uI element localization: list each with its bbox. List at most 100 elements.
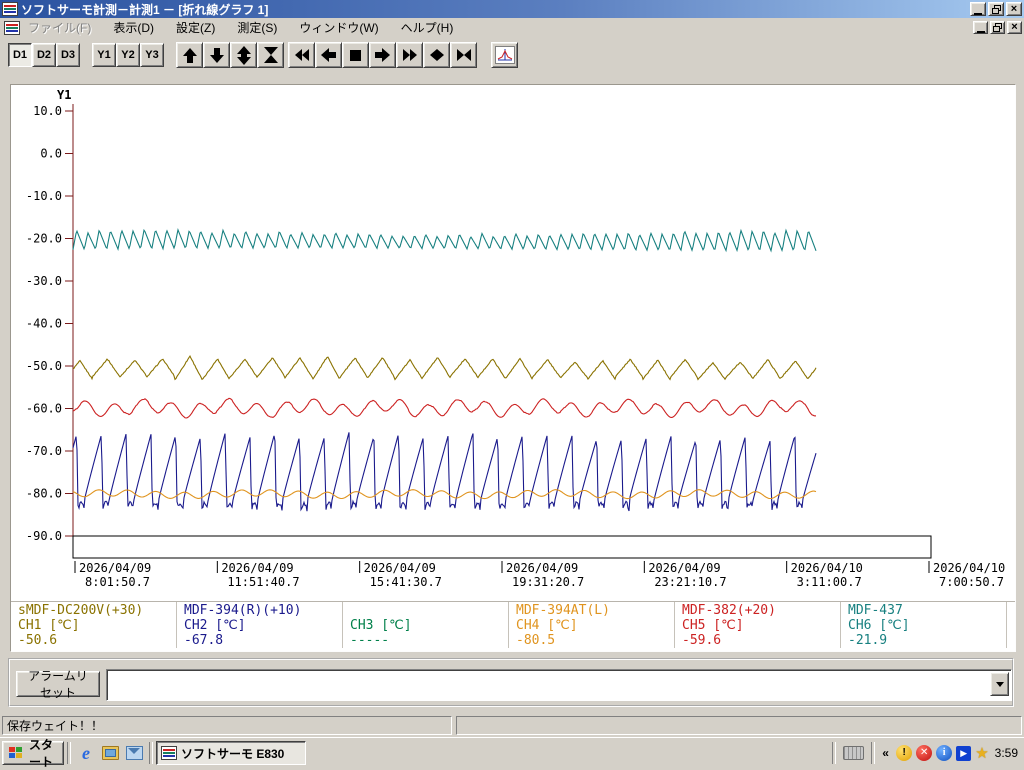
tray-separator (832, 742, 836, 764)
window-title: ソフトサーモ計測－計測1 － [折れ線グラフ 1] (21, 1, 268, 18)
yaxis-button-y1[interactable]: Y1 (92, 43, 116, 67)
svg-text:2026/04/09: 2026/04/09 (648, 561, 720, 575)
alarm-combobox[interactable] (106, 669, 1012, 701)
play-icon[interactable]: ▶ (956, 746, 971, 761)
svg-text:2026/04/09: 2026/04/09 (364, 561, 436, 575)
rewind-icon (295, 49, 309, 61)
yaxis-button-y3[interactable]: Y3 (140, 43, 164, 67)
display-button-d1[interactable]: D1 (8, 43, 32, 67)
graph-settings-icon (495, 46, 515, 64)
svg-text:2026/04/09: 2026/04/09 (79, 561, 151, 575)
svg-text:23:21:10.7: 23:21:10.7 (654, 575, 726, 589)
restore-button[interactable] (988, 2, 1004, 16)
channel-value: -59.6 (682, 633, 840, 648)
svg-text:-20.0: -20.0 (26, 232, 62, 246)
collapse-horizontal-button[interactable] (450, 42, 477, 68)
svg-text:7:00:50.7: 7:00:50.7 (939, 575, 1004, 589)
alarm-combo-dropdown-button[interactable] (990, 672, 1009, 696)
svg-text:8:01:50.7: 8:01:50.7 (85, 575, 150, 589)
taskbar-clock[interactable]: 3:59 (995, 746, 1018, 760)
svg-text:-10.0: -10.0 (26, 189, 62, 203)
svg-text:-90.0: -90.0 (26, 529, 62, 543)
menu-item-measure[interactable]: 測定(S) (237, 19, 277, 36)
scroll-up-button[interactable] (176, 42, 203, 68)
menu-item-window[interactable]: ウィンドウ(W) (299, 19, 378, 36)
fast-forward-icon (403, 49, 417, 61)
legend-cell-ch3: CH3 [℃]----- (343, 602, 509, 648)
mdi-child-icon[interactable] (4, 21, 20, 35)
chevron-icon[interactable]: « (882, 746, 892, 760)
rewind-button[interactable] (288, 42, 315, 68)
mdi-restore-button[interactable] (990, 21, 1005, 34)
legend-cell-ch2: MDF-394(R)(+10)CH2 [℃]-67.8 (177, 602, 343, 648)
mdi-minimize-button[interactable] (973, 21, 988, 34)
channel-name: MDF-394(R)(+10) (184, 603, 342, 618)
channel-value: -21.9 (848, 633, 1006, 648)
expand-horizontal-button[interactable] (423, 42, 450, 68)
show-desktop-icon[interactable] (100, 743, 120, 763)
minimize-button[interactable] (970, 2, 986, 16)
channel-value: -50.6 (18, 633, 176, 648)
keyboard-icon[interactable] (843, 746, 864, 760)
menu-item-view[interactable]: 表示(D) (113, 19, 154, 36)
collapse-vertical-button[interactable] (257, 42, 284, 68)
status-message-panel: 保存ウェイト！！ (2, 716, 452, 735)
line-graph-panel: Y110.00.0-10.0-20.0-30.0-40.0-50.0-60.0-… (10, 84, 1016, 652)
legend-cell-ch4: MDF-394AT(L)CH4 [℃]-80.5 (509, 602, 675, 648)
task-button-softthermo[interactable]: ソフトサーモ E830 (156, 741, 306, 765)
channel-value: -67.8 (184, 633, 342, 648)
svg-text:-80.0: -80.0 (26, 487, 62, 501)
status-bar: 保存ウェイト！！ (0, 712, 1024, 737)
channel-name: MDF-382(+20) (682, 603, 840, 618)
menu-item-file[interactable]: ファイル(F) (28, 19, 91, 36)
close-icon: × (1011, 4, 1017, 15)
stop-button[interactable] (342, 42, 369, 68)
alarm-reset-button[interactable]: アラームリセット (16, 671, 100, 697)
minimize-icon (977, 31, 985, 33)
channel-name (350, 603, 508, 618)
app-icon (161, 746, 177, 760)
menu-bar: ファイル(F) 表示(D) 設定(Z) 測定(S) ウィンドウ(W) ヘルプ(H) × (0, 18, 1024, 38)
taskbar: スタート e ソフトサーモ E830 « ! ✕ i ▶ ★ 3:59 (0, 737, 1024, 768)
step-left-button[interactable] (315, 42, 342, 68)
close-icon: × (1011, 22, 1017, 33)
info-balloon-icon[interactable]: i (936, 745, 952, 761)
yaxis-button-y2[interactable]: Y2 (116, 43, 140, 67)
scroll-down-button[interactable] (203, 42, 230, 68)
hourglass-icon (264, 47, 278, 63)
svg-text:2026/04/10: 2026/04/10 (933, 561, 1005, 575)
graph-settings-button[interactable] (491, 42, 518, 68)
channel-label: CH6 [℃] (848, 618, 1006, 633)
svg-text:11:51:40.7: 11:51:40.7 (227, 575, 299, 589)
start-button[interactable]: スタート (2, 741, 64, 765)
outlook-express-icon[interactable] (124, 743, 144, 763)
star-icon[interactable]: ★ (975, 744, 988, 762)
display-button-d3[interactable]: D3 (56, 43, 80, 67)
left-arrow-icon (321, 48, 336, 62)
expand-vertical-button[interactable] (230, 42, 257, 68)
chevron-down-icon (996, 682, 1004, 687)
close-button[interactable]: × (1006, 2, 1022, 16)
status-empty-panel (456, 716, 1022, 735)
title-bar: ソフトサーモ計測－計測1 － [折れ線グラフ 1] × (0, 0, 1024, 18)
mdi-close-button[interactable]: × (1007, 21, 1022, 34)
step-right-button[interactable] (369, 42, 396, 68)
menu-item-help[interactable]: ヘルプ(H) (401, 19, 454, 36)
internet-explorer-icon[interactable]: e (76, 743, 96, 763)
chart-plot[interactable]: Y110.00.0-10.0-20.0-30.0-40.0-50.0-60.0-… (11, 85, 1015, 599)
menu-item-setting[interactable]: 設定(Z) (176, 19, 215, 36)
display-button-d2[interactable]: D2 (32, 43, 56, 67)
channel-name: MDF-437 (848, 603, 1006, 618)
channel-label: CH4 [℃] (516, 618, 674, 633)
warning-shield-icon[interactable]: ! (896, 745, 912, 761)
taskbar-separator (67, 742, 71, 764)
legend-cell-ch5: MDF-382(+20)CH5 [℃]-59.6 (675, 602, 841, 648)
restore-icon (992, 5, 1001, 14)
client-area: Y110.00.0-10.0-20.0-30.0-40.0-50.0-60.0-… (0, 73, 1024, 712)
channel-label: CH5 [℃] (682, 618, 840, 633)
error-shield-icon[interactable]: ✕ (916, 745, 932, 761)
start-label: スタート (25, 736, 57, 770)
fast-forward-button[interactable] (396, 42, 423, 68)
alarm-frame: アラームリセット (8, 658, 1014, 707)
channel-legend: sMDF-DC200V(+30)CH1 [℃]-50.6MDF-394(R)(+… (11, 601, 1015, 650)
